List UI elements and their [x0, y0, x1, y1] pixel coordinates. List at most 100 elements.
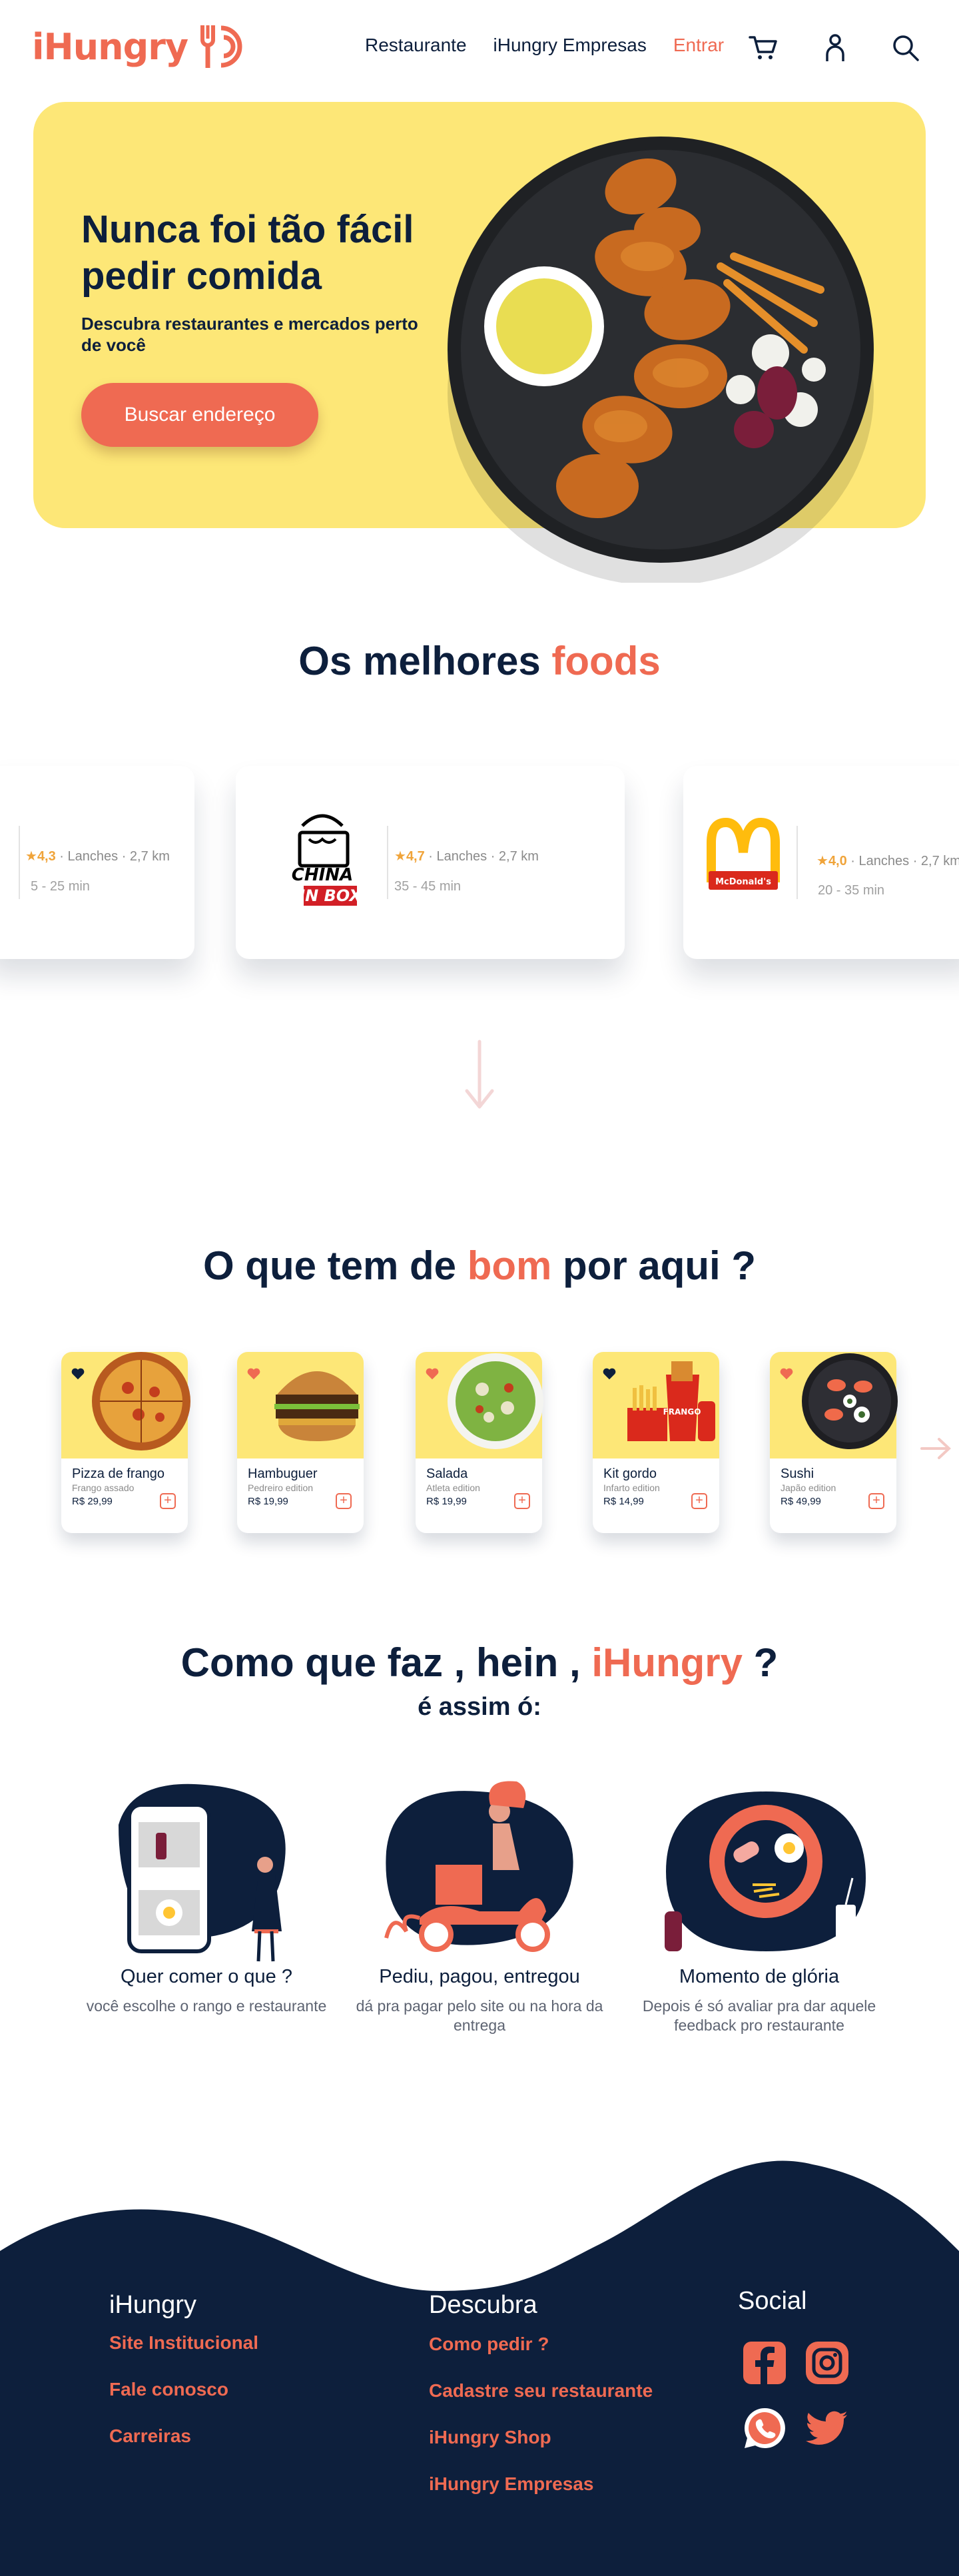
food-card[interactable]: Sushi Japão edition R$ 49,99 +: [770, 1352, 898, 1533]
card-divider: [797, 826, 798, 899]
food-plate-image: [448, 137, 874, 583]
nav-entrar[interactable]: Entrar: [673, 35, 724, 56]
facebook-icon[interactable]: [741, 2339, 789, 2387]
food-card-image-area: FRANGO: [593, 1352, 719, 1458]
salad-image: [448, 1353, 543, 1449]
how-subtitle: é assim ó:: [418, 1693, 541, 1721]
food-card-image-area: [61, 1352, 190, 1458]
footer-descubra-title: Descubra: [429, 2291, 537, 2319]
arrow-right-icon[interactable]: [919, 1435, 952, 1462]
restaurant-card-mcdonalds[interactable]: McDonald's ★4,0 · Lanches · 2,7 km 20 - …: [683, 766, 959, 959]
star-icon: ★: [816, 854, 828, 868]
restaurant-time: 20 - 35 min: [818, 883, 885, 898]
food-card-image-area: [770, 1352, 898, 1458]
step-title: Quer comer o que ?: [121, 1966, 292, 1987]
food-name: Kit gordo: [603, 1466, 657, 1481]
food-price: R$ 19,99: [426, 1496, 467, 1507]
heart-icon[interactable]: [71, 1367, 85, 1381]
restaurant-card-china-in-box[interactable]: CHINA IN BOX ★4,7 · Lanches · 2,7 km 35 …: [236, 766, 625, 959]
heart-icon[interactable]: [425, 1367, 440, 1381]
search-address-button[interactable]: Buscar endereço: [81, 383, 318, 447]
restaurant-meta: ★4,0 · Lanches · 2,7 km: [816, 854, 959, 868]
pizza-image: [92, 1352, 190, 1450]
china-in-box-logo: CHINA IN BOX: [292, 814, 362, 906]
food-name: Sushi: [781, 1466, 814, 1481]
restaurant-meta: ★4,7 · Lanches · 2,7 km: [394, 849, 539, 864]
footer-link-carreiras[interactable]: Carreiras: [109, 2425, 191, 2447]
twitter-icon[interactable]: [803, 2404, 851, 2452]
food-name: Pizza de frango: [72, 1466, 164, 1481]
food-price: R$ 29,99: [72, 1496, 113, 1507]
food-card[interactable]: Pizza de frango Frango assado R$ 29,99 +: [61, 1352, 190, 1533]
sushi-image: [802, 1353, 898, 1449]
add-to-cart-button[interactable]: +: [514, 1493, 530, 1509]
card-divider: [387, 826, 388, 899]
food-description: Japão edition: [781, 1482, 836, 1493]
step-title: Pediu, pagou, entregou: [379, 1966, 580, 1987]
food-card[interactable]: Salada Atleta edition R$ 19,99 +: [416, 1352, 543, 1533]
main-nav: Restaurante iHungry Empresas Entrar: [365, 35, 751, 56]
heart-icon[interactable]: [602, 1367, 617, 1381]
hero-subtitle: Descubra restaurantes e mercados perto d…: [81, 314, 418, 355]
whatsapp-icon[interactable]: [741, 2404, 789, 2452]
cart-icon[interactable]: [747, 32, 779, 64]
footer-link-empresas[interactable]: iHungry Empresas: [429, 2473, 593, 2495]
svg-text:CHINA: CHINA: [292, 865, 353, 885]
footer-link-como-pedir[interactable]: Como pedir ?: [429, 2334, 549, 2355]
footer-link-shop[interactable]: iHungry Shop: [429, 2427, 551, 2448]
svg-text:IN BOX: IN BOX: [299, 886, 362, 905]
how-title: Como que faz , hein , iHungry ?: [180, 1640, 779, 1685]
footer-link-cadastre[interactable]: Cadastre seu restaurante: [429, 2380, 653, 2402]
add-to-cart-button[interactable]: +: [691, 1493, 707, 1509]
svg-text:McDonald's: McDonald's: [715, 877, 771, 887]
step-title: Momento de glória: [679, 1966, 840, 1987]
restaurant-meta: ★4,3 · Lanches · 2,7 km: [25, 849, 170, 864]
logo-text: iHungry: [32, 25, 188, 68]
food-name: Hambuguer: [248, 1466, 318, 1481]
heart-icon[interactable]: [779, 1367, 794, 1381]
star-icon: ★: [25, 849, 37, 864]
footer-link-site-institucional[interactable]: Site Institucional: [109, 2332, 258, 2354]
card-divider: [19, 826, 20, 899]
add-to-cart-button[interactable]: +: [868, 1493, 884, 1509]
food-description: Infarto edition: [603, 1482, 660, 1493]
burger-image: [274, 1371, 360, 1441]
header: iHungry Restaurante iHungry Empresas Ent…: [0, 0, 959, 100]
choose-food-illustration: [119, 1783, 286, 1962]
food-price: R$ 19,99: [248, 1496, 288, 1507]
logo[interactable]: iHungry: [32, 20, 253, 73]
nav-restaurante[interactable]: Restaurante: [365, 35, 467, 56]
eating-illustration: [665, 1791, 866, 1951]
footer-link-fale-conosco[interactable]: Fale conosco: [109, 2379, 228, 2400]
heart-icon[interactable]: [246, 1367, 261, 1381]
add-to-cart-button[interactable]: +: [336, 1493, 352, 1509]
instagram-icon[interactable]: [803, 2339, 851, 2387]
combo-image: FRANGO: [627, 1361, 715, 1441]
food-description: Atleta edition: [426, 1482, 480, 1493]
best-foods-title: Os melhores foods: [298, 639, 661, 683]
fork-spoon-icon: [200, 25, 242, 68]
arrow-down-icon: [465, 1040, 494, 1109]
user-icon[interactable]: [819, 32, 851, 64]
food-card-image-area: [416, 1352, 543, 1458]
restaurant-card[interactable]: ★4,3 · Lanches · 2,7 km 5 - 25 min: [0, 766, 194, 959]
restaurant-time: 35 - 45 min: [394, 879, 462, 894]
food-card[interactable]: Hambuguer Pedreiro edition R$ 19,99 +: [237, 1352, 364, 1533]
menu-title: O que tem de bom por aqui ?: [202, 1243, 757, 1288]
delivery-illustration: [384, 1781, 573, 1952]
step-description: você escolhe o rango e restaurante: [86, 1997, 327, 2015]
step-description: Depois é só avaliar pra dar aquele feedb…: [642, 1997, 876, 2034]
footer-social-title: Social: [738, 2287, 807, 2315]
food-card-image-area: [237, 1352, 364, 1458]
food-card[interactable]: FRANGO Kit gordo Infarto edition R$ 14,99 +: [593, 1352, 719, 1533]
food-price: R$ 49,99: [781, 1496, 821, 1507]
star-icon: ★: [394, 849, 406, 864]
food-price: R$ 14,99: [603, 1496, 644, 1507]
add-to-cart-button[interactable]: +: [160, 1493, 176, 1509]
food-description: Frango assado: [72, 1482, 135, 1493]
search-icon[interactable]: [890, 32, 922, 64]
step-description: dá pra pagar pelo site ou na hora da ent…: [356, 1997, 603, 2034]
restaurant-time: 5 - 25 min: [31, 879, 90, 894]
nav-empresas[interactable]: iHungry Empresas: [493, 35, 647, 56]
hero-title: Nunca foi tão fácil pedir comida: [81, 208, 414, 298]
